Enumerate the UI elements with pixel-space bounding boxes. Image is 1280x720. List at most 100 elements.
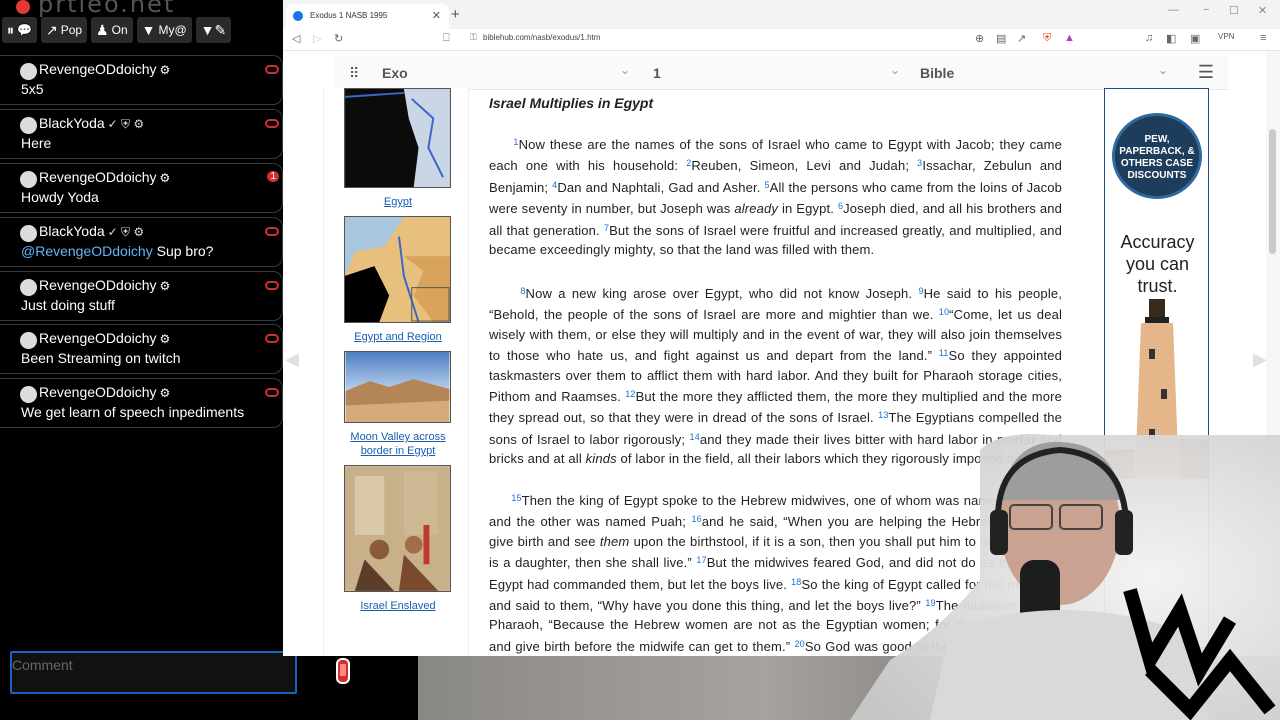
- verse-number[interactable]: 10: [939, 307, 949, 317]
- tab-strip: Exodus 1 NASB 1995 ✕ + — − ☐ ✕: [283, 0, 1280, 29]
- image-sidebar: Egypt Egypt and Region Moon Valley acros…: [323, 88, 469, 656]
- scroll-thumb[interactable]: [1269, 129, 1276, 254]
- reader-icon[interactable]: ▤: [996, 32, 1006, 45]
- verse-number[interactable]: 11: [939, 348, 949, 358]
- chevron-down-icon[interactable]: ⌄: [1158, 63, 1168, 77]
- verse-number[interactable]: 16: [691, 514, 701, 524]
- advertisement-banner[interactable]: PEW, PAPERBACK, & OTHERS CASE DISCOUNTS …: [1104, 88, 1209, 648]
- desk-background: [418, 656, 1280, 720]
- mention-link[interactable]: @RevengeODdoichy: [21, 243, 153, 259]
- comment-input[interactable]: Comment: [10, 651, 297, 694]
- gear-icon: ⚙: [159, 279, 171, 293]
- pop-button[interactable]: ↗ Pop: [40, 17, 88, 43]
- music-icon[interactable]: ♫: [1145, 32, 1153, 44]
- chevron-down-icon[interactable]: ⌄: [620, 63, 630, 77]
- chat-username[interactable]: RevengeODdoichy ⚙: [39, 330, 170, 346]
- chevron-down-icon[interactable]: ⌄: [890, 63, 900, 77]
- image-caption-link[interactable]: Egypt: [344, 195, 452, 209]
- verse-number[interactable]: 12: [625, 389, 635, 399]
- page-scrollbar[interactable]: [1266, 51, 1280, 656]
- brave-shield-icon[interactable]: ⛨: [1043, 32, 1051, 45]
- hamburger-menu-icon[interactable]: ☰: [1198, 62, 1214, 83]
- chapter-select[interactable]: 1: [653, 65, 661, 81]
- close-tab-icon[interactable]: ✕: [432, 9, 441, 22]
- tab-title: Exodus 1 NASB 1995: [310, 11, 388, 20]
- chat-text: We get learn of speech inpediments: [21, 404, 245, 420]
- message-indicator-icon: [265, 227, 279, 236]
- chat-message: RevengeODdoichy ⚙ Just doing stuff: [0, 271, 283, 321]
- tab-exodus[interactable]: Exodus 1 NASB 1995 ✕: [286, 4, 449, 29]
- message-indicator-icon: [265, 65, 279, 74]
- bookmark-icon[interactable]: ⎕: [443, 32, 450, 45]
- chat-username[interactable]: BlackYoda ✓ ⛨ ⚙: [39, 115, 144, 132]
- book-select[interactable]: Exo: [382, 65, 408, 81]
- next-chapter-arrow-icon[interactable]: ▶: [1253, 349, 1267, 370]
- sidebar-icon[interactable]: ◧: [1166, 32, 1176, 45]
- vpn-button[interactable]: VPN: [1218, 32, 1234, 41]
- paragraph: 8Now a new king arose over Egypt, who di…: [489, 286, 1063, 467]
- menu-icon[interactable]: ≡: [1260, 32, 1266, 44]
- lighthouse-image: [1105, 299, 1208, 479]
- chat-message: RevengeODdoichy ⚙ We get learn of speech …: [0, 378, 283, 428]
- image-card[interactable]: Moon Valley across border in Egypt: [344, 351, 452, 458]
- image-card[interactable]: Israel Enslaved: [344, 465, 452, 613]
- pause-icon: ⏸: [7, 22, 14, 38]
- new-tab-icon[interactable]: +: [451, 6, 460, 23]
- pause-chat-button[interactable]: ⏸ 💬: [2, 17, 37, 43]
- maximize-icon[interactable]: ☐: [1229, 4, 1239, 17]
- my-mentions-button[interactable]: ▼ My@: [136, 17, 192, 43]
- chat-username[interactable]: RevengeODdoichy ⚙: [39, 277, 170, 293]
- back-icon[interactable]: ◁: [292, 32, 300, 45]
- close-window-icon[interactable]: ✕: [1258, 4, 1267, 17]
- badges-icon: ✓ ⛨ ⚙: [107, 225, 145, 239]
- share-icon[interactable]: ↗: [1017, 32, 1026, 45]
- lock-icon: ⚿: [470, 32, 477, 42]
- chat-username[interactable]: BlackYoda ✓ ⛨ ⚙: [39, 223, 144, 240]
- minimize-icon[interactable]: −: [1203, 4, 1209, 16]
- verse-number[interactable]: 18: [791, 577, 801, 587]
- avatar: [20, 279, 37, 296]
- image-caption-link[interactable]: Egypt and Region: [344, 330, 452, 344]
- avatar: [20, 386, 37, 403]
- favicon-icon: [293, 11, 303, 21]
- zoom-icon[interactable]: ⊕: [975, 32, 984, 45]
- image-card[interactable]: Egypt and Region: [344, 216, 452, 344]
- verse-number[interactable]: 13: [878, 410, 888, 420]
- filter-button[interactable]: ▼✎: [195, 17, 232, 43]
- verse-number[interactable]: 20: [795, 639, 805, 649]
- chat-text: Howdy Yoda: [21, 189, 99, 205]
- chat-username[interactable]: RevengeODdoichy ⚙: [39, 61, 170, 77]
- verse-number[interactable]: 15: [511, 493, 521, 503]
- avatar: [20, 225, 37, 242]
- minimize-icon[interactable]: —: [1168, 4, 1179, 16]
- chat-username[interactable]: RevengeODdoichy ⚙: [39, 169, 170, 185]
- chat-text: Just doing stuff: [21, 297, 115, 313]
- previous-chapter-arrow-icon[interactable]: ◀: [285, 349, 299, 370]
- avatar: [20, 63, 37, 80]
- forward-icon[interactable]: ▷: [313, 32, 321, 45]
- url-field[interactable]: biblehub.com/nasb/exodus/1.htm: [483, 33, 600, 42]
- version-select[interactable]: Bible: [920, 65, 954, 81]
- egypt-map-image: [344, 88, 451, 188]
- chat-message: RevengeODdoichy ⚙ 5x5: [0, 55, 283, 105]
- paragraph: 1Now these are the names of the sons of …: [489, 137, 1063, 258]
- section-heading: Israel Multiplies in Egypt: [489, 95, 654, 111]
- chat-username[interactable]: RevengeODdoichy ⚙: [39, 384, 170, 400]
- reload-icon[interactable]: ↻: [334, 32, 343, 45]
- image-card[interactable]: Egypt: [344, 88, 452, 209]
- image-caption-link[interactable]: Israel Enslaved: [344, 599, 452, 613]
- gear-icon: ⚙: [159, 332, 171, 346]
- gear-icon: ⚙: [159, 386, 171, 400]
- verse-number[interactable]: 17: [696, 555, 706, 565]
- verse-number[interactable]: 19: [925, 598, 935, 608]
- apps-grid-icon[interactable]: ⠿: [349, 65, 359, 82]
- chat-text: 5x5: [21, 81, 44, 97]
- rewards-icon[interactable]: ▲: [1064, 32, 1075, 44]
- wallet-icon[interactable]: ▣: [1190, 32, 1200, 45]
- filter-icon: ▼: [141, 22, 156, 38]
- on-button[interactable]: ♟ On: [91, 17, 133, 43]
- verse-number[interactable]: 14: [690, 432, 700, 442]
- image-caption-link[interactable]: Moon Valley across border in Egypt: [344, 430, 452, 458]
- moon-valley-photo: [344, 351, 451, 423]
- user-icon: ♟: [96, 22, 109, 38]
